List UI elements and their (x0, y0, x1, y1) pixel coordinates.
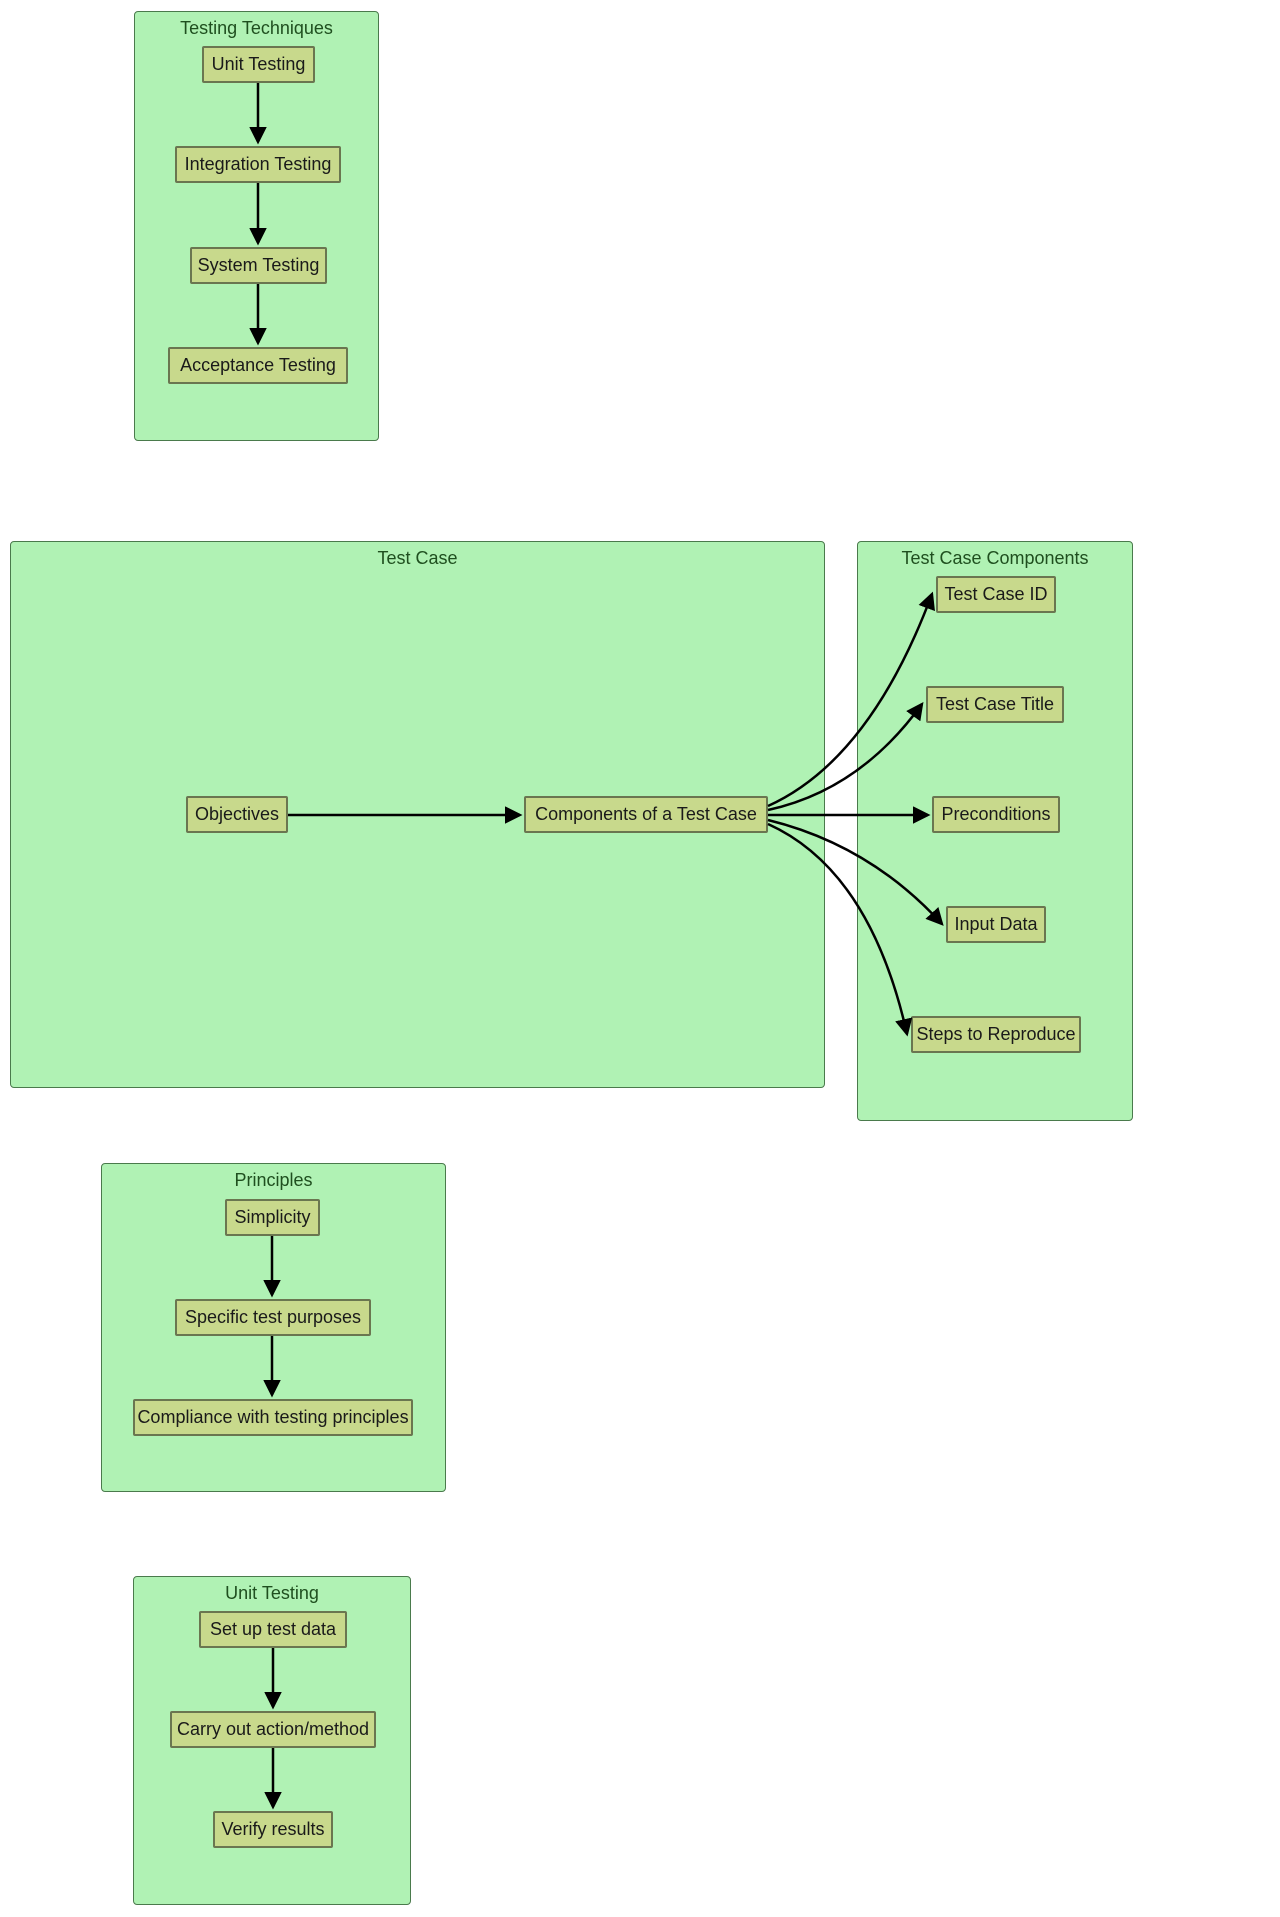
node-objectives: Objectives (186, 796, 288, 833)
node-carry-out-action: Carry out action/method (170, 1711, 376, 1748)
node-simplicity: Simplicity (225, 1199, 320, 1236)
node-components: Components of a Test Case (524, 796, 768, 833)
node-system-testing: System Testing (190, 247, 327, 284)
node-test-case-id: Test Case ID (936, 576, 1056, 613)
node-verify-results: Verify results (213, 1811, 333, 1848)
cluster-title-principles: Principles (102, 1170, 445, 1191)
cluster-title-test-case-components: Test Case Components (858, 548, 1132, 569)
cluster-title-test-case: Test Case (11, 548, 824, 569)
node-compliance: Compliance with testing principles (133, 1399, 413, 1436)
cluster-title-unit-testing: Unit Testing (134, 1583, 410, 1604)
node-input-data: Input Data (946, 906, 1046, 943)
cluster-title-testing-techniques: Testing Techniques (135, 18, 378, 39)
node-preconditions: Preconditions (932, 796, 1060, 833)
node-acceptance-testing: Acceptance Testing (168, 347, 348, 384)
node-setup-test-data: Set up test data (199, 1611, 347, 1648)
node-integration-testing: Integration Testing (175, 146, 341, 183)
node-steps-to-reproduce: Steps to Reproduce (911, 1016, 1081, 1053)
node-unit-testing: Unit Testing (202, 46, 315, 83)
node-specific-purposes: Specific test purposes (175, 1299, 371, 1336)
node-test-case-title: Test Case Title (926, 686, 1064, 723)
